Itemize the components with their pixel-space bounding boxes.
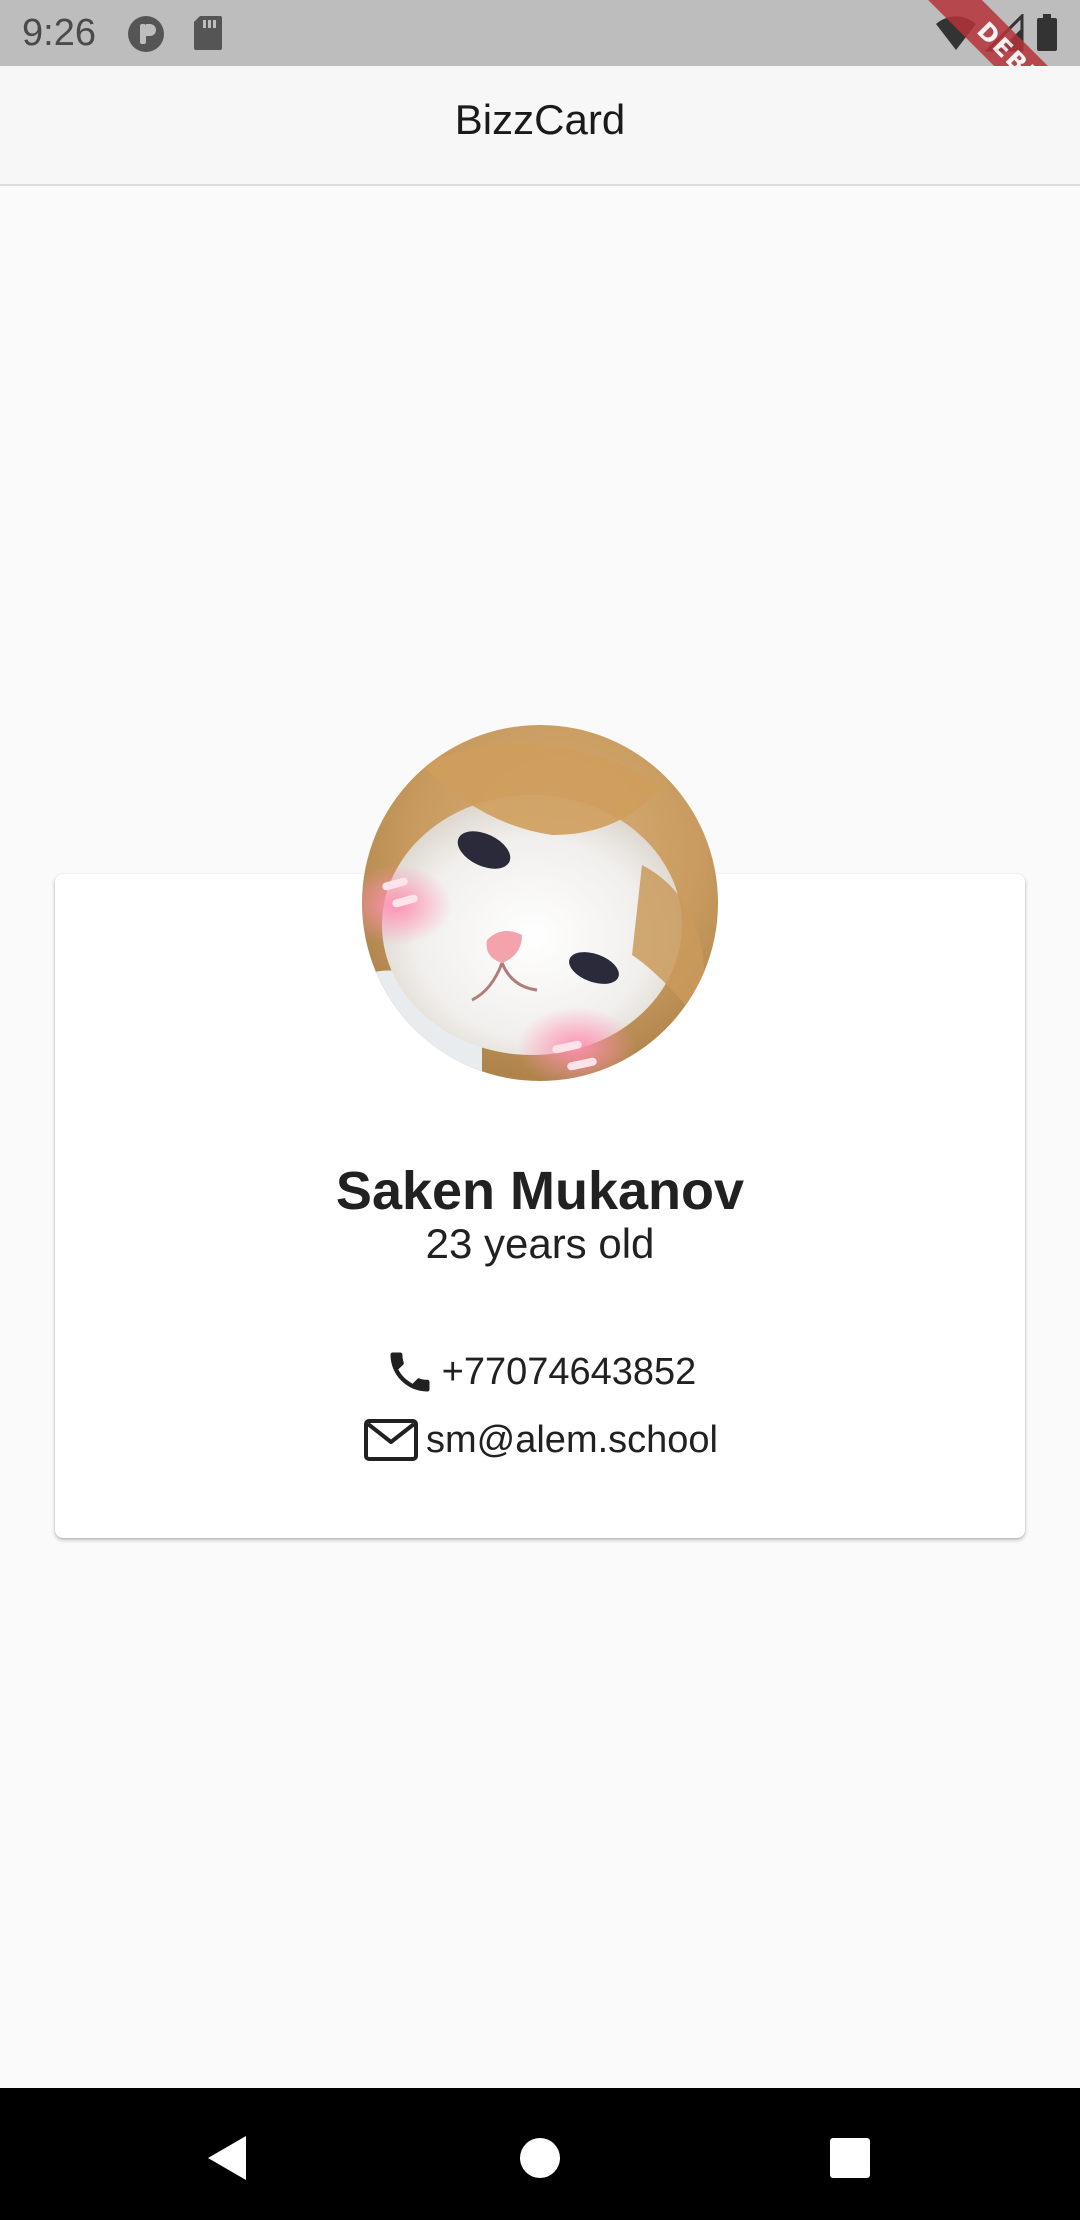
app-title: BizzCard — [454, 96, 626, 143]
wifi-icon — [934, 14, 978, 57]
mail-icon — [362, 1415, 420, 1465]
avatar — [362, 725, 718, 1081]
home-icon[interactable] — [510, 2128, 570, 2188]
email-row[interactable]: sm@alem.school — [0, 1412, 1080, 1468]
phone-icon — [384, 1346, 436, 1398]
profile-age: 23 years old — [425, 1220, 655, 1267]
email-address: sm@alem.school — [426, 1418, 718, 1461]
battery-icon — [1036, 14, 1058, 57]
status-bar: 9:26 — [0, 0, 1080, 66]
profile-name: Saken Mukanov — [335, 1161, 745, 1221]
sd-card-icon — [192, 14, 224, 57]
phone-number: +77074643852 — [441, 1350, 697, 1393]
back-icon[interactable] — [198, 2128, 258, 2188]
app-notification-icon — [126, 14, 166, 59]
kitten-photo-icon — [362, 725, 718, 1081]
cell-signal-icon — [984, 12, 1024, 57]
recents-icon[interactable] — [820, 2128, 880, 2188]
status-time: 9:26 — [22, 12, 96, 54]
system-nav-bar — [0, 2088, 1080, 2220]
app-bar: BizzCard — [0, 66, 1080, 186]
phone-row[interactable]: +77074643852 — [0, 1344, 1080, 1400]
